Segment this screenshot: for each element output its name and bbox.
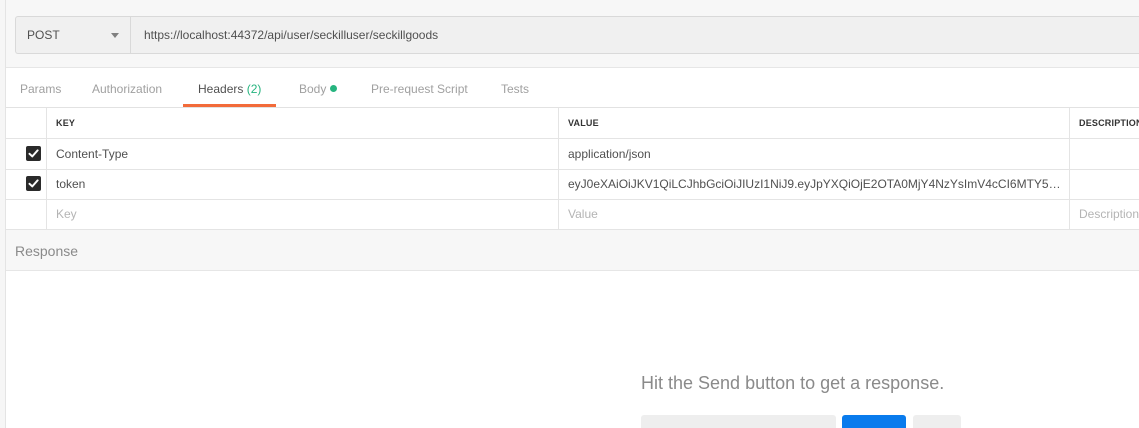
column-header-description: DESCRIPTION	[1079, 118, 1139, 128]
table-row-new: Key Value Description	[6, 199, 1139, 230]
send-button[interactable]	[842, 415, 906, 428]
headers-table: KEY VALUE DESCRIPTION Content-Type appli…	[6, 108, 1139, 230]
header-description-cell[interactable]	[1070, 139, 1139, 169]
header-check-column	[6, 108, 47, 138]
new-value-input[interactable]: Value	[559, 199, 1070, 229]
checkmark-icon	[28, 149, 39, 158]
response-header: Response	[6, 230, 1139, 271]
request-tabs: Params Authorization Headers (2) Body Pr…	[6, 68, 1139, 108]
new-key-input[interactable]: Key	[47, 199, 559, 229]
row-check-cell	[6, 199, 47, 229]
postman-request-view: POST Params Authorization Headers (2) Bo…	[0, 0, 1139, 428]
tab-tests[interactable]: Tests	[501, 68, 529, 106]
column-header-value: VALUE	[559, 108, 1070, 138]
column-header-key: KEY	[47, 108, 559, 138]
response-secondary-button[interactable]	[913, 415, 961, 428]
method-select[interactable]: POST	[16, 17, 131, 53]
row-check-cell	[6, 169, 47, 199]
header-key-cell[interactable]: token	[47, 169, 559, 199]
table-row: token eyJ0eXAiOiJKV1QiLCJhbGciOiJIUzI1Ni…	[6, 169, 1139, 200]
tab-authorization[interactable]: Authorization	[92, 68, 162, 106]
response-label: Response	[15, 243, 79, 259]
table-row: Content-Type application/json	[6, 139, 1139, 170]
row-checkbox[interactable]	[26, 176, 41, 191]
tab-headers-label: Headers	[198, 82, 244, 96]
tab-params[interactable]: Params	[20, 68, 61, 106]
row-checkbox[interactable]	[26, 146, 41, 161]
url-input[interactable]	[132, 17, 1139, 53]
header-value-cell[interactable]: application/json	[559, 139, 1070, 169]
header-key-cell[interactable]: Content-Type	[47, 139, 559, 169]
table-header-row: KEY VALUE DESCRIPTION	[6, 108, 1139, 139]
row-check-cell	[6, 139, 47, 169]
new-description-input[interactable]: Description	[1070, 199, 1139, 229]
headers-count-badge: (2)	[246, 82, 262, 96]
tab-headers[interactable]: Headers (2)	[183, 68, 277, 107]
tab-body[interactable]: Body	[299, 68, 338, 106]
request-url-bar: POST	[15, 16, 1139, 54]
header-description-cell[interactable]	[1070, 169, 1139, 199]
checkmark-icon	[28, 179, 39, 188]
tab-prerequest-script[interactable]: Pre-request Script	[371, 68, 468, 106]
response-action-button[interactable]	[641, 415, 836, 428]
tab-body-label: Body	[299, 82, 327, 96]
header-value-cell[interactable]: eyJ0eXAiOiJKV1QiLCJhbGciOiJIUzI1NiJ9.eyJ…	[559, 169, 1070, 199]
body-indicator-dot-icon	[330, 85, 338, 92]
empty-response-hint: Hit the Send button to get a response.	[641, 373, 945, 393]
method-label: POST	[27, 28, 60, 42]
chevron-down-icon	[111, 33, 119, 38]
